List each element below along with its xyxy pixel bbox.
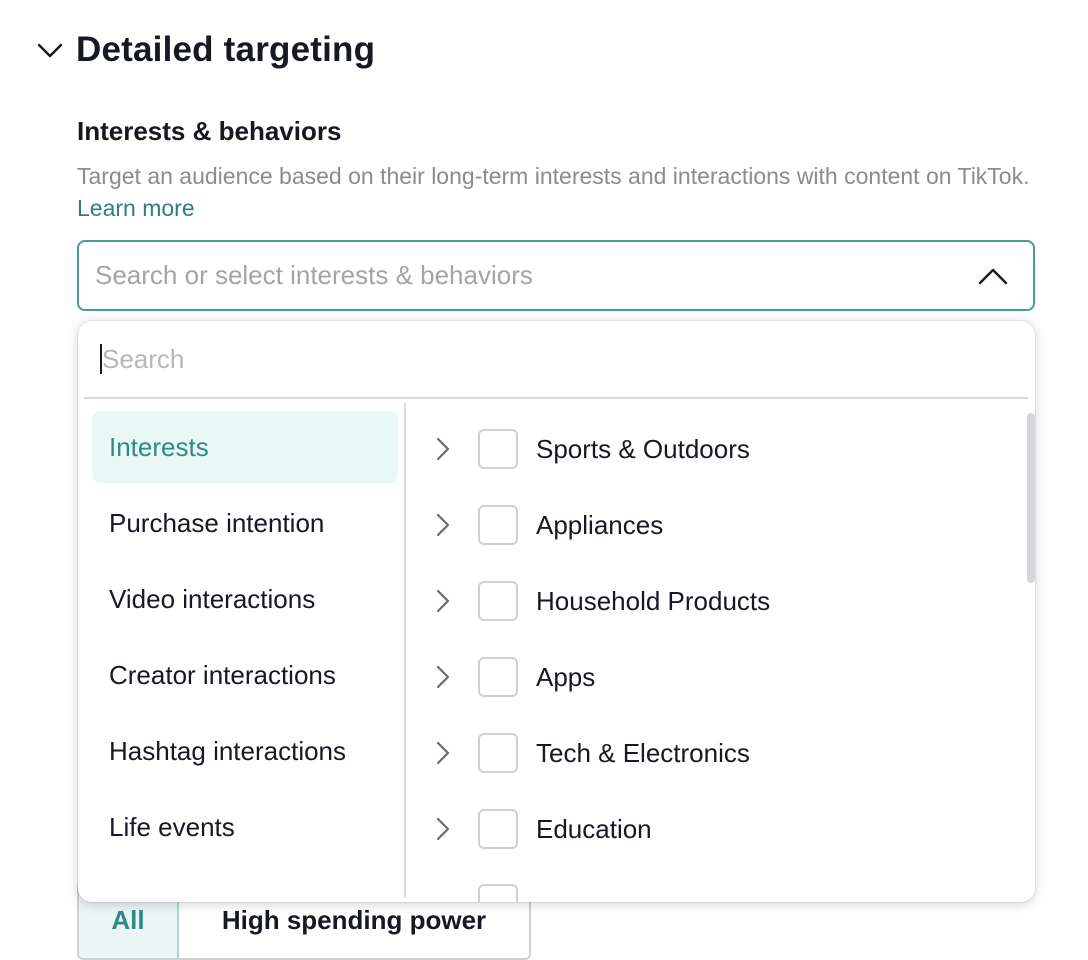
option-checkbox-partial	[478, 884, 518, 902]
option-checkbox[interactable]	[478, 733, 518, 773]
chevron-down-icon[interactable]	[36, 36, 64, 64]
column-divider	[404, 403, 406, 897]
chevron-right-icon[interactable]	[428, 581, 458, 621]
option-checkbox[interactable]	[478, 657, 518, 697]
category-life-events[interactable]: Life events	[92, 791, 398, 863]
category-creator-interactions[interactable]: Creator interactions	[92, 639, 398, 711]
option-checkbox[interactable]	[478, 809, 518, 849]
option-label: Tech & Electronics	[536, 737, 750, 768]
option-label: Education	[536, 813, 652, 844]
chevron-up-icon[interactable]	[973, 256, 1013, 296]
description-text: Target an audience based on their long-t…	[77, 163, 1030, 189]
option-label: Household Products	[536, 585, 771, 616]
option-label: Appliances	[536, 509, 664, 540]
category-purchase-intention[interactable]: Purchase intention	[92, 487, 398, 559]
interests-select[interactable]: Search or select interests & behaviors	[77, 240, 1035, 311]
option-checkbox[interactable]	[478, 581, 518, 621]
option-apps: Apps	[418, 639, 1018, 715]
interests-dropdown: Interests Purchase intention Video inter…	[78, 321, 1035, 902]
category-list: Interests Purchase intention Video inter…	[92, 411, 398, 867]
option-label: Apps	[536, 661, 596, 692]
chevron-right-icon[interactable]	[428, 429, 458, 469]
section-header[interactable]: Detailed targeting	[36, 30, 375, 70]
option-appliances: Appliances	[418, 487, 1018, 563]
field-label: Interests & behaviors	[77, 116, 342, 146]
option-label: Sports & Outdoors	[536, 433, 750, 464]
learn-more-link[interactable]: Learn more	[77, 195, 195, 221]
section-title: Detailed targeting	[76, 30, 376, 69]
dropdown-search	[84, 321, 1028, 399]
category-hashtag-interactions[interactable]: Hashtag interactions	[92, 715, 398, 787]
select-placeholder: Search or select interests & behaviors	[95, 260, 533, 290]
option-tech-electronics: Tech & Electronics	[418, 715, 1018, 791]
dropdown-search-input[interactable]	[102, 343, 982, 375]
chevron-right-icon[interactable]	[428, 505, 458, 545]
option-list: Sports & Outdoors Appliances Household P…	[418, 411, 1018, 867]
field-description: Target an audience based on their long-t…	[77, 160, 1037, 224]
chevron-right-icon[interactable]	[428, 809, 458, 849]
option-checkbox[interactable]	[478, 505, 518, 545]
scrollbar[interactable]	[1027, 413, 1035, 583]
category-interests[interactable]: Interests	[92, 411, 398, 483]
option-checkbox[interactable]	[478, 429, 518, 469]
option-household-products: Household Products	[418, 563, 1018, 639]
chevron-right-icon[interactable]	[428, 657, 458, 697]
option-education: Education	[418, 791, 1018, 867]
option-sports-outdoors: Sports & Outdoors	[418, 411, 1018, 487]
chevron-right-icon[interactable]	[428, 733, 458, 773]
category-video-interactions[interactable]: Video interactions	[92, 563, 398, 635]
